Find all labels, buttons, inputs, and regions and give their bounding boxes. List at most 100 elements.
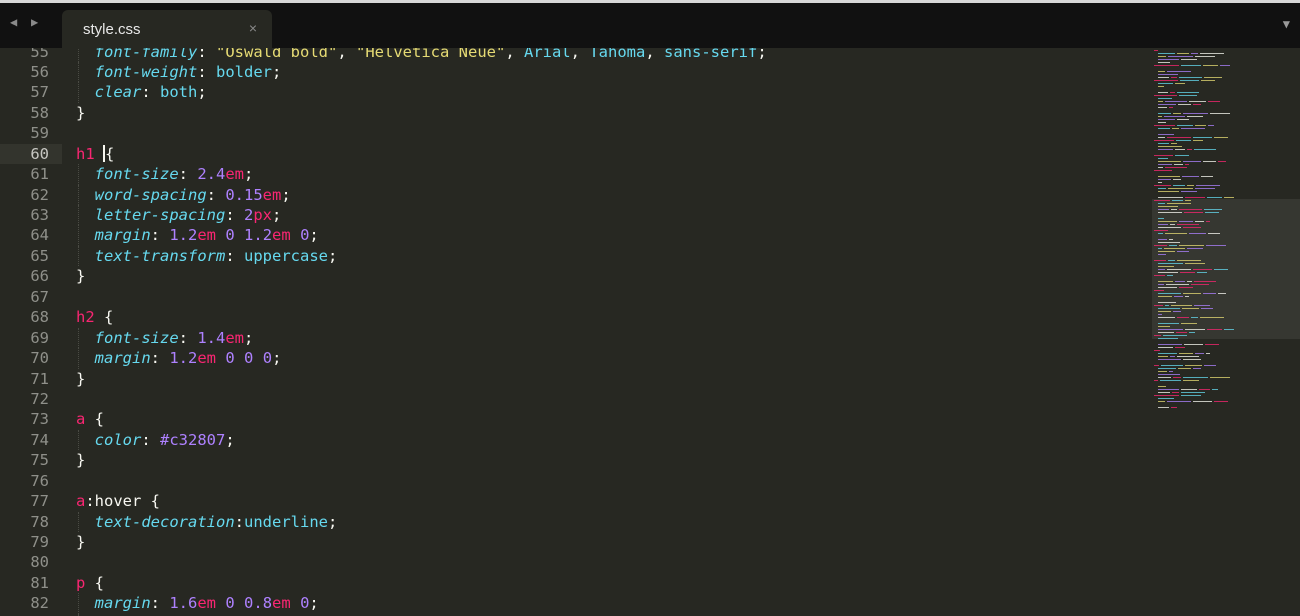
minimap-stroke bbox=[1210, 113, 1230, 115]
minimap-stroke bbox=[1158, 338, 1178, 340]
code-line[interactable]: 64 margin: 1.2em 0 1.2em 0; bbox=[0, 225, 1140, 246]
code-line[interactable]: 56 font-weight: bolder; bbox=[0, 61, 1140, 83]
triangle-left-icon[interactable]: ◀ bbox=[10, 15, 17, 29]
minimap-stroke bbox=[1169, 245, 1177, 247]
minimap-stroke bbox=[1158, 86, 1164, 88]
code-line[interactable]: 72 bbox=[0, 389, 1140, 409]
code-token: : bbox=[234, 512, 244, 531]
code-token: word-spacing bbox=[94, 185, 207, 204]
minimap-stroke bbox=[1187, 248, 1203, 250]
code-token: font-family bbox=[94, 48, 198, 61]
code-token: { bbox=[85, 410, 105, 429]
code-token: : bbox=[225, 246, 244, 265]
minimap[interactable] bbox=[1152, 48, 1300, 616]
code-line[interactable]: 81 p { bbox=[0, 573, 1140, 593]
code-line[interactable]: 65 text-transform: uppercase; bbox=[0, 245, 1140, 267]
code-token: : bbox=[197, 62, 216, 81]
minimap-stroke bbox=[1165, 305, 1169, 307]
code-line[interactable]: 78 text-decoration:underline; bbox=[0, 511, 1140, 532]
minimap-stroke bbox=[1214, 401, 1228, 403]
code-line[interactable]: 55 font-family: "Oswald bold", "Helvetic… bbox=[0, 48, 1140, 62]
code-line[interactable]: 70 margin: 1.2em 0 0 0; bbox=[0, 348, 1140, 369]
minimap-stroke bbox=[1154, 275, 1165, 277]
code-token: a bbox=[76, 410, 86, 429]
minimap-stroke bbox=[1175, 149, 1185, 151]
minimap-stroke bbox=[1185, 200, 1191, 202]
minimap-stroke bbox=[1179, 77, 1202, 79]
code-text: margin: 1.2em 0 0 0; bbox=[76, 348, 282, 368]
code-token: em bbox=[197, 226, 217, 245]
line-number: 78 bbox=[30, 512, 49, 531]
code-token: em bbox=[225, 328, 245, 347]
code-text: text-decoration:underline; bbox=[76, 512, 338, 532]
code-token: ; bbox=[281, 185, 291, 204]
code-line[interactable]: 76 bbox=[0, 471, 1140, 491]
minimap-stroke bbox=[1179, 209, 1202, 211]
minimap-stroke bbox=[1165, 101, 1187, 103]
minimap-stroke bbox=[1158, 401, 1165, 403]
minimap-stroke bbox=[1158, 83, 1173, 85]
minimap-stroke bbox=[1201, 176, 1213, 178]
minimap-stroke bbox=[1170, 356, 1175, 358]
minimap-stroke bbox=[1154, 95, 1177, 97]
triangle-right-icon[interactable]: ▶ bbox=[31, 15, 38, 29]
code-line[interactable]: 60 h1 { bbox=[0, 143, 1140, 165]
code-line[interactable]: 61 font-size: 2.4em; bbox=[0, 164, 1140, 185]
code-line[interactable]: 57 clear: both; bbox=[0, 82, 1140, 103]
minimap-stroke bbox=[1181, 59, 1197, 61]
code-line[interactable]: 66} bbox=[0, 266, 1140, 286]
code-line[interactable]: 67 bbox=[0, 287, 1140, 307]
minimap-stroke bbox=[1158, 176, 1180, 178]
code-line[interactable]: 71} bbox=[0, 369, 1140, 389]
minimap-stroke bbox=[1187, 149, 1192, 151]
minimap-stroke bbox=[1195, 221, 1204, 223]
minimap-stroke bbox=[1177, 251, 1189, 253]
minimap-stroke bbox=[1158, 368, 1176, 370]
code-line[interactable]: 59 bbox=[0, 123, 1140, 143]
code-line[interactable]: 82 margin: 1.6em 0 0.8em 0; bbox=[0, 593, 1140, 614]
code-line[interactable]: 68 h2 { bbox=[0, 307, 1140, 327]
code-line[interactable]: 69 font-size: 1.4em; bbox=[0, 327, 1140, 349]
minimap-stroke bbox=[1208, 101, 1220, 103]
tab-style-css[interactable]: style.css × bbox=[62, 10, 272, 51]
code-line[interactable]: 80 bbox=[0, 552, 1140, 572]
triangle-down-icon[interactable]: ▼ bbox=[1283, 17, 1290, 31]
minimap-stroke bbox=[1158, 356, 1168, 358]
code-token: em bbox=[272, 226, 291, 245]
code-token: em bbox=[197, 594, 217, 613]
minimap-stroke bbox=[1154, 65, 1179, 67]
code-token: a bbox=[76, 492, 86, 511]
code-editor[interactable]: 55 font-family: "Oswald bold", "Helvetic… bbox=[0, 48, 1300, 616]
code-line[interactable]: 74 color: #c32807; bbox=[0, 429, 1140, 451]
close-icon[interactable]: × bbox=[249, 20, 257, 36]
line-number: 72 bbox=[30, 389, 49, 408]
code-token: ; bbox=[225, 430, 235, 449]
code-line[interactable]: 62 word-spacing: 0.15em; bbox=[0, 184, 1140, 205]
code-line[interactable]: 73 a { bbox=[0, 409, 1140, 429]
minimap-stroke bbox=[1210, 377, 1230, 379]
minimap-stroke bbox=[1158, 386, 1166, 388]
minimap-stroke bbox=[1205, 344, 1219, 346]
minimap-stroke bbox=[1175, 83, 1185, 85]
minimap-stroke bbox=[1158, 302, 1176, 304]
minimap-stroke bbox=[1203, 65, 1218, 67]
minimap-stroke bbox=[1204, 365, 1216, 367]
code-line[interactable]: 58} bbox=[0, 103, 1140, 123]
code-line[interactable]: 79} bbox=[0, 532, 1140, 552]
minimap-stroke bbox=[1185, 329, 1205, 331]
minimap-stroke bbox=[1191, 284, 1209, 286]
code-line[interactable]: 77 a:hover { bbox=[0, 491, 1140, 511]
minimap-stroke bbox=[1167, 71, 1191, 73]
code-token: , bbox=[505, 48, 524, 61]
code-line[interactable]: 63 letter-spacing: 2px; bbox=[0, 205, 1140, 226]
code-line[interactable]: 75} bbox=[0, 450, 1140, 470]
code-token: 1.2 bbox=[169, 226, 198, 245]
minimap-stroke bbox=[1154, 140, 1174, 142]
code-text: } bbox=[76, 369, 85, 389]
minimap-stroke bbox=[1158, 326, 1170, 328]
line-number: 67 bbox=[30, 287, 49, 306]
minimap-stroke bbox=[1189, 233, 1206, 235]
